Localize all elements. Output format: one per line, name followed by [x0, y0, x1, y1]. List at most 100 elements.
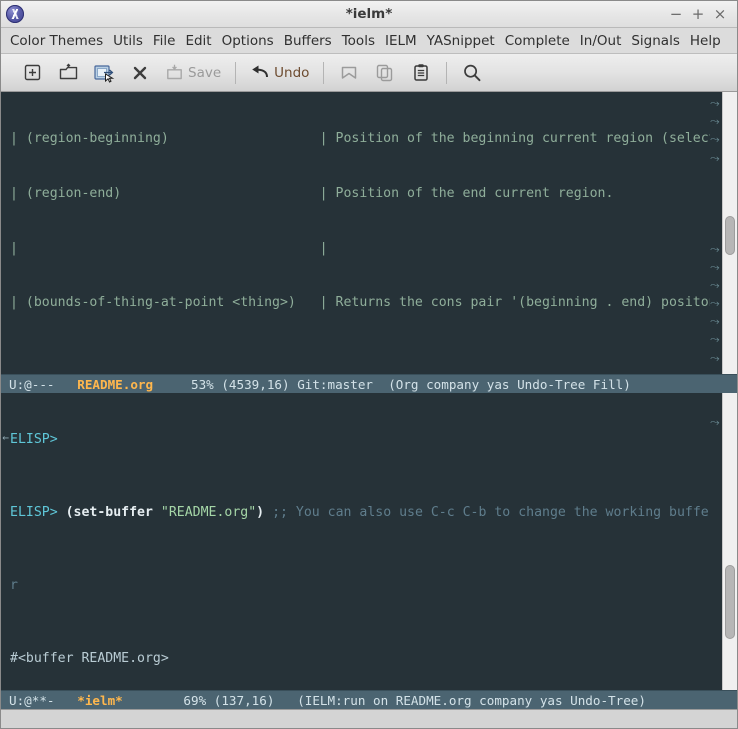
menu-item-signals[interactable]: Signals: [626, 31, 685, 51]
modeline-ielm: U:@**- *ielm* 69% (137,16) (IELM:run on …: [1, 690, 737, 709]
open-folder-icon: [59, 63, 77, 80]
continuation-marker: ⤳: [710, 350, 720, 365]
title-bar: *ielm* − + ×: [1, 1, 737, 28]
menu-item-file[interactable]: File: [148, 31, 181, 51]
menu-item-edit[interactable]: Edit: [180, 31, 216, 51]
fringe-blank: [710, 185, 722, 203]
close-buffer-button[interactable]: [123, 58, 157, 88]
menu-item-color-themes[interactable]: Color Themes: [5, 31, 108, 51]
close-button[interactable]: ×: [709, 3, 731, 25]
menu-item-tools[interactable]: Tools: [337, 31, 380, 51]
toolbar-separator-3: [446, 61, 448, 84]
copy-button[interactable]: [368, 58, 402, 88]
buffer-line: | (bounds-of-thing-at-point <thing>) | R…: [10, 295, 710, 311]
modeline-line-col: (4539,16): [221, 376, 290, 392]
close-x-icon: [133, 66, 147, 79]
scrollbar-thumb-top[interactable]: [725, 216, 735, 255]
open-file-dialog-icon: [94, 64, 115, 83]
continuation-marker: ⤳: [710, 296, 720, 311]
menu-item-yasnippet[interactable]: YASnippet: [422, 31, 500, 51]
modeline-position-percent: 53%: [191, 376, 214, 392]
repl-prompt: ELISP>: [10, 505, 58, 521]
continuation-marker: ⤳: [710, 132, 720, 147]
modeline-buffer-name[interactable]: README.org: [77, 375, 153, 393]
window-bottom-edge: [1, 709, 737, 728]
wrap-continuation-icon: ←: [2, 431, 9, 444]
repl-comment: ;; You can also use C-c C-b to change th…: [272, 505, 709, 521]
buffer-text-ielm[interactable]: ELISP> ELISP> (set-buffer "README.org") …: [10, 393, 710, 690]
menu-item-ielm[interactable]: IELM: [380, 31, 422, 51]
cut-button[interactable]: [332, 58, 366, 88]
save-button[interactable]: Save: [159, 58, 227, 88]
new-file-icon: [24, 64, 40, 81]
buffer-line: | |: [10, 240, 328, 256]
save-icon: [167, 64, 182, 80]
scrollbar-bottom[interactable]: [722, 393, 737, 690]
scrollbar-thumb-bottom[interactable]: [725, 565, 735, 639]
menu-bar: Color Themes Utils File Edit Options Buf…: [1, 28, 737, 54]
modeline-line-col: (137,16): [213, 692, 275, 708]
continuation-marker: ⤳: [710, 259, 720, 274]
toolbar-separator-1: [235, 61, 237, 84]
repl-code-tail: ): [256, 505, 265, 521]
copy-icon: [377, 64, 393, 82]
repl-output: #<buffer README.org>: [10, 650, 169, 666]
fringe-blank: [710, 395, 722, 413]
minimize-button[interactable]: −: [665, 3, 687, 25]
open-directory-button[interactable]: [87, 58, 121, 88]
fringe-blank: [710, 203, 722, 221]
buffer-text-readme-org[interactable]: | (region-beginning) | Position of the b…: [10, 92, 710, 374]
paste-clipboard-icon: [414, 64, 429, 81]
search-button[interactable]: [455, 58, 489, 88]
scrollbar-top[interactable]: [722, 92, 737, 374]
left-fringe-bottom: ←: [1, 393, 10, 690]
window-ielm[interactable]: ← ELISP> ELISP> (set-buffer "README.org"…: [1, 393, 737, 690]
cut-icon: [342, 66, 357, 79]
modeline-buffer-name[interactable]: *ielm*: [77, 691, 123, 709]
undo-arrow-icon: [252, 65, 269, 77]
open-file-button[interactable]: [51, 58, 85, 88]
right-fringe-bottom: ⤳: [710, 393, 722, 690]
repl-string: "README.org": [160, 505, 257, 521]
window-title: *ielm*: [345, 6, 393, 22]
new-file-button[interactable]: [15, 58, 49, 88]
right-fringe-top: ⤳ ⤳ ⤳ ⤳ ⤳ ⤳ ⤳ ⤳ ⤳ ⤳ ⤳ ⤳: [710, 92, 722, 374]
repl-wrap-line: r: [10, 578, 18, 593]
modeline-readme-org: U:@--- README.org 53% (4539,16) Git:mast…: [1, 374, 737, 393]
search-icon: [464, 64, 481, 81]
modeline-minor-modes: (Org company yas Undo-Tree Fill): [388, 376, 631, 392]
fringe-blank: [710, 221, 722, 239]
window-readme-org[interactable]: | (region-beginning) | Position of the b…: [1, 92, 737, 374]
continuation-marker: ⤳: [710, 241, 720, 256]
paste-button[interactable]: [404, 58, 438, 88]
left-fringe-top: [1, 92, 10, 374]
menu-item-buffers[interactable]: Buffers: [279, 31, 337, 51]
modeline-flags: U:@**-: [9, 692, 55, 708]
menu-item-utils[interactable]: Utils: [108, 31, 148, 51]
tool-bar: Save Undo: [1, 54, 737, 92]
continuation-marker: ⤳: [710, 332, 720, 347]
repl-line: ELISP>: [10, 431, 710, 449]
modeline-flags: U:@---: [9, 376, 55, 392]
menu-item-complete[interactable]: Complete: [500, 31, 575, 51]
emacs-icon: [6, 5, 24, 23]
menu-item-in-out[interactable]: In/Out: [575, 31, 627, 51]
undo-label: Undo: [274, 64, 310, 81]
undo-button[interactable]: Undo: [244, 58, 315, 88]
menu-item-options[interactable]: Options: [217, 31, 279, 51]
buffer-line: | (region-beginning) | Position of the b…: [10, 131, 710, 147]
emacs-window: *ielm* − + × Color Themes Utils File Edi…: [0, 0, 738, 729]
modeline-position-percent: 69%: [183, 692, 207, 708]
fringe-blank: [710, 167, 722, 185]
repl-code: (set-buffer: [65, 505, 161, 521]
continuation-marker: ⤳: [710, 277, 720, 292]
menu-item-help[interactable]: Help: [685, 31, 726, 51]
continuation-marker: ⤳: [710, 150, 720, 165]
modeline-vcs[interactable]: Git:master: [297, 375, 373, 393]
continuation-marker: ⤳: [710, 415, 720, 430]
maximize-button[interactable]: +: [687, 3, 709, 25]
modeline-minor-modes: (IELM:run on README.org company yas Undo…: [297, 692, 646, 708]
continuation-marker: ⤳: [710, 114, 720, 129]
buffer-line: | (region-end) | Position of the end cur…: [10, 186, 614, 201]
repl-line: ELISP> (set-buffer "README.org") ;; You …: [10, 504, 710, 522]
